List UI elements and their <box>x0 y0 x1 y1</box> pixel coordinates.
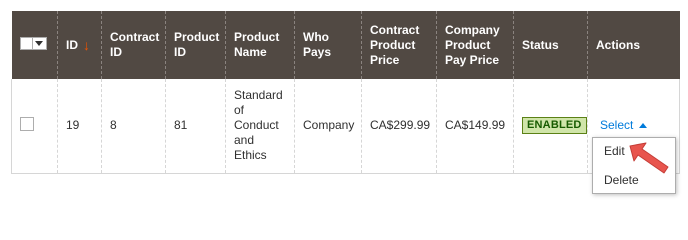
column-header-who-pays[interactable]: Who Pays <box>294 11 362 79</box>
cell-product-name: Standard of Conduct and Ethics <box>225 79 295 174</box>
grid-header-row: ID ↓ Contract ID Product ID Product Name … <box>11 11 680 79</box>
table-row[interactable]: 19 8 81 Standard of Conduct and Ethics C… <box>11 79 680 174</box>
column-header-label: Product Name <box>234 30 280 59</box>
mass-select-checkbox[interactable] <box>19 36 33 50</box>
column-header-product-name[interactable]: Product Name <box>225 11 295 79</box>
column-header-status[interactable]: Status <box>513 11 588 79</box>
column-header-label: Contract Product Price <box>370 22 420 67</box>
column-header-label: ID <box>66 38 78 52</box>
column-header-id[interactable]: ID ↓ <box>57 11 102 79</box>
arrow-down-icon: ↓ <box>83 37 90 53</box>
data-grid: ID ↓ Contract ID Product ID Product Name … <box>11 11 680 174</box>
column-header-actions: Actions <box>587 11 680 79</box>
row-checkbox[interactable] <box>20 116 34 131</box>
actions-select-toggle[interactable]: Select <box>600 118 648 133</box>
row-select-cell <box>11 79 58 174</box>
status-badge: ENABLED <box>522 117 587 135</box>
cell-contract-id: 8 <box>101 79 166 174</box>
mass-select-header <box>11 11 58 79</box>
column-header-label: Company Product Pay Price <box>445 22 500 67</box>
mass-select-control[interactable] <box>19 36 47 50</box>
menu-item-delete[interactable]: Delete <box>604 173 639 187</box>
column-header-label: Actions <box>596 37 641 52</box>
column-header-company-product-pay-price[interactable]: Company Product Pay Price <box>436 11 514 79</box>
menu-item-edit[interactable]: Edit <box>604 144 625 158</box>
cell-status: ENABLED <box>513 79 588 174</box>
actions-select-label: Select <box>600 118 634 133</box>
column-header-label: Contract ID <box>110 30 160 59</box>
column-header-label: Product ID <box>174 30 220 59</box>
cell-product-id: 81 <box>165 79 226 174</box>
caret-up-icon <box>639 123 648 129</box>
actions-dropdown-menu: Edit Delete <box>592 137 676 194</box>
chevron-down-icon[interactable] <box>32 36 47 50</box>
cell-id: 19 <box>57 79 102 174</box>
cell-company-product-pay-price: CA$149.99 <box>436 79 514 174</box>
column-header-product-id[interactable]: Product ID <box>165 11 226 79</box>
column-header-contract-id[interactable]: Contract ID <box>101 11 166 79</box>
cell-contract-product-price: CA$299.99 <box>361 79 437 174</box>
column-header-contract-product-price[interactable]: Contract Product Price <box>361 11 437 79</box>
column-header-label: Who Pays <box>303 30 332 59</box>
column-header-label: Status <box>522 37 559 52</box>
cell-who-pays: Company <box>294 79 362 174</box>
